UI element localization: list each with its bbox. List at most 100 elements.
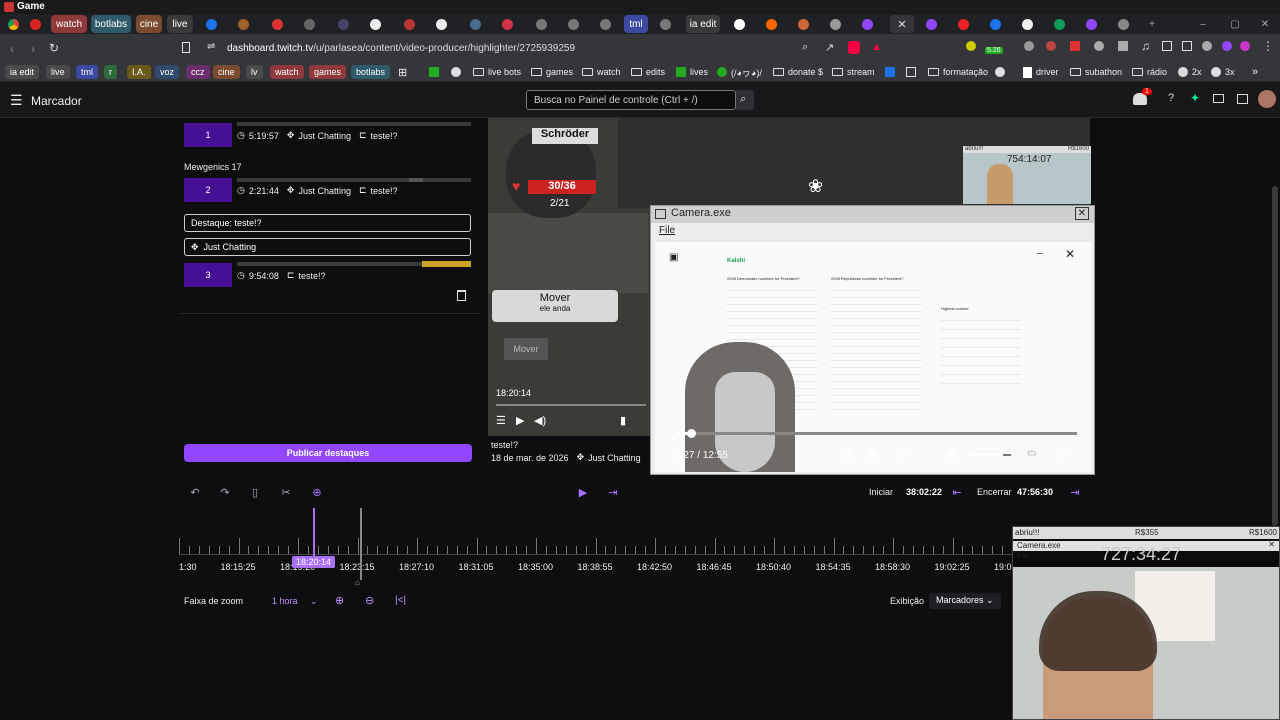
bookmark-2x[interactable]: 2x [1178, 65, 1202, 79]
video-settings-icon[interactable]: ▮ [620, 414, 626, 427]
bookmark-stream[interactable]: stream [832, 65, 875, 79]
bookmark-icon-a[interactable] [429, 65, 439, 79]
tab-icon-11[interactable] [532, 15, 550, 33]
creator-icon[interactable]: ✦ [1190, 91, 1200, 105]
forward-icon[interactable]: › [31, 42, 35, 56]
scissors-icon[interactable]: ✂ [278, 484, 294, 500]
set-end-icon[interactable]: ⇥ [1067, 484, 1083, 500]
timeline[interactable]: 1:3018:15:2518:19:2018:23:1518:27:1018:3… [179, 508, 1019, 588]
back-icon[interactable]: ‹ [10, 42, 14, 56]
bookmark-voz[interactable]: voz [155, 65, 180, 79]
extension-badge[interactable]: 5.26 [985, 47, 1003, 54]
bookmark-lives[interactable]: lives [676, 65, 708, 79]
tab-icon-23[interactable] [1018, 15, 1036, 33]
tab-botlabs[interactable]: botlabs [91, 15, 131, 33]
bookmark-formatacao[interactable]: formatação [928, 65, 988, 79]
avatar[interactable] [1258, 90, 1276, 108]
view-select[interactable]: Marcadores ⌄ [929, 593, 1001, 609]
bookmark-watch-folder[interactable]: watch [582, 65, 621, 79]
apps-grid-icon[interactable]: ⊞ [398, 65, 407, 79]
dashboard-search-input[interactable]: Busca no Painel de controle (Ctrl + /) [526, 90, 736, 110]
extension-icon-3[interactable] [1046, 41, 1056, 51]
tab-icon-7[interactable] [400, 15, 418, 33]
site-info-icon[interactable]: ⇌ [207, 41, 215, 52]
tab-watch[interactable]: watch [51, 15, 87, 33]
bookmark-edits[interactable]: edits [631, 65, 665, 79]
publish-highlights-button[interactable]: Publicar destaques [184, 444, 472, 462]
bookmark-icon[interactable] [182, 42, 190, 53]
tab-icon-13[interactable] [596, 15, 614, 33]
tab-icon-9[interactable] [466, 15, 484, 33]
delete-icon[interactable] [457, 290, 466, 301]
bookmark-3x[interactable]: 3x [1211, 65, 1235, 79]
menu-icon[interactable]: ⋮ [1262, 39, 1274, 53]
tab-icon-8[interactable] [432, 15, 450, 33]
tab-icon-3[interactable] [268, 15, 286, 33]
page-scrollbar[interactable] [1272, 186, 1278, 526]
tab-icon-16[interactable] [762, 15, 780, 33]
trash-icon[interactable]: ▯ [247, 484, 263, 500]
volume-icon[interactable]: ◀) [534, 414, 546, 427]
whispers-icon[interactable] [1237, 94, 1248, 104]
tab-icon-15[interactable] [730, 15, 748, 33]
tab-icon-12[interactable] [564, 15, 582, 33]
share-icon[interactable]: ↗ [825, 41, 834, 54]
end-value[interactable]: 47:56:30 [1017, 487, 1053, 497]
bookmark-watch[interactable]: watch [270, 65, 304, 79]
tab-icon-18[interactable] [826, 15, 844, 33]
bookmark-icon-e[interactable] [995, 65, 1005, 79]
tab-icon-17[interactable] [794, 15, 812, 33]
extension-icon-8[interactable] [1202, 41, 1212, 51]
bookmark-icon-d[interactable] [906, 65, 916, 79]
bookmark-kaomoji[interactable]: (/◕ヮ◕)/ [717, 65, 762, 79]
capture-close-icon[interactable]: ✕ [1065, 247, 1075, 261]
tab-ia-edit[interactable]: ia edit [686, 15, 720, 33]
video-scrubber[interactable] [496, 404, 646, 406]
maximize-icon[interactable]: ▢ [1228, 15, 1242, 33]
highlight-number-1[interactable]: 1 [184, 123, 232, 147]
capture-minimize-icon[interactable]: – [1037, 248, 1043, 259]
tab-icon-6[interactable] [366, 15, 384, 33]
camera-video-progress-knob[interactable] [687, 429, 696, 438]
highlight-title-input[interactable]: Destaque: teste!? [184, 214, 471, 232]
camera-menu-file[interactable]: File [659, 225, 675, 236]
music-icon[interactable]: ♫ [1141, 39, 1150, 53]
highlight-category-input[interactable]: ✥ Just Chatting [184, 238, 471, 256]
sidebar-icon[interactable] [1162, 41, 1172, 51]
camera-window-titlebar[interactable]: Camera.exe ✕ [651, 206, 1094, 223]
reload-icon[interactable]: ↻ [49, 41, 59, 55]
zoom-range-select[interactable]: 1 hora ⌄ [272, 596, 318, 607]
bookmark-live-bots[interactable]: live bots [473, 65, 521, 79]
playhead-marker[interactable]: ⌂ [355, 578, 360, 587]
new-tab-button[interactable]: + [1145, 15, 1159, 33]
rewind-icon[interactable]: ↺ [843, 448, 852, 461]
playhead-label[interactable]: 18:20:14 [292, 556, 336, 568]
extension-icon-7[interactable] [1182, 41, 1192, 51]
selection-end-handle[interactable] [360, 508, 362, 580]
tab-icon-26[interactable] [1114, 15, 1132, 33]
tab-icon-24[interactable] [1050, 15, 1068, 33]
tab-icon-19[interactable] [858, 15, 876, 33]
extension-icon-1[interactable] [966, 41, 976, 51]
rewards-icon[interactable]: ▲ [871, 41, 882, 53]
zoom-out-icon[interactable]: ⊖ [365, 594, 374, 607]
bookmark-tml[interactable]: tml [76, 65, 98, 79]
bookmark-live[interactable]: live [46, 65, 70, 79]
tab-icon-2[interactable] [234, 15, 252, 33]
search-icon[interactable]: ⌕ [802, 41, 808, 54]
timeline-play-icon[interactable]: ▶ [575, 484, 591, 500]
bookmark-icon-c[interactable] [885, 65, 895, 79]
brave-shield-icon[interactable] [848, 41, 860, 54]
close-icon[interactable]: ✕ [897, 18, 906, 31]
hamburger-menu-icon[interactable]: ☰ [10, 92, 23, 109]
bookmark-donate[interactable]: donate $ [773, 65, 823, 79]
window-close-icon[interactable]: ✕ [1258, 15, 1272, 33]
bookmark-games[interactable]: games [309, 65, 347, 79]
tab-icon-record[interactable] [26, 15, 44, 33]
url-field[interactable]: dashboard.twitch.tv/u/parlasea/content/v… [227, 43, 575, 54]
extension-icon-5[interactable] [1094, 41, 1104, 51]
tab-icon-10[interactable] [498, 15, 516, 33]
camera-video-progress[interactable] [677, 432, 1077, 435]
help-icon[interactable]: ? [1168, 92, 1174, 104]
extension-icon-9[interactable] [1222, 41, 1232, 51]
